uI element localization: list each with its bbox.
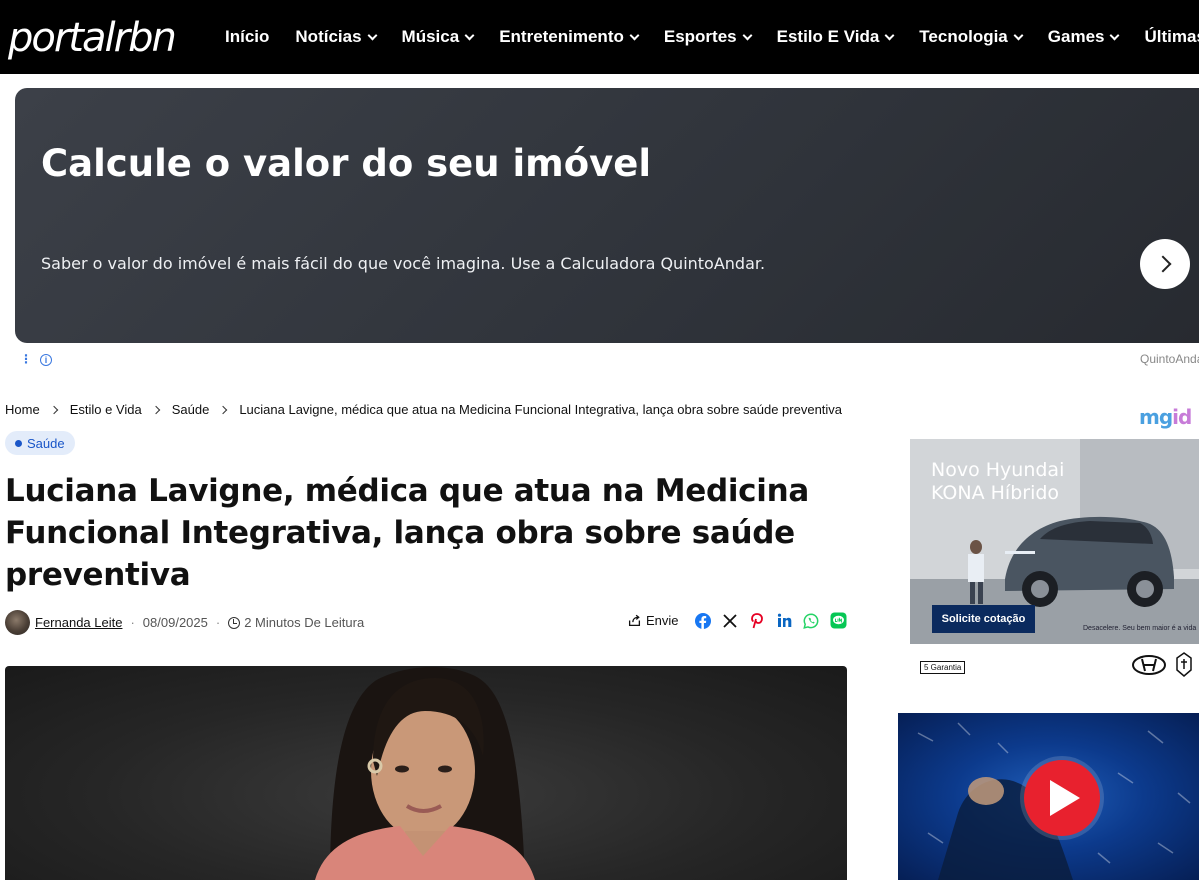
whatsapp-icon[interactable] [803, 612, 820, 629]
nav-label: Início [225, 27, 270, 46]
share-icon [628, 614, 641, 627]
x-icon[interactable] [722, 612, 739, 629]
chevron-right-icon [219, 405, 228, 414]
hyundai-garantia-badge: 5 Garantia [920, 661, 966, 674]
chevron-down-icon [884, 30, 895, 40]
avatar[interactable] [5, 610, 30, 635]
reading-time: 2 Minutos De Leitura [244, 615, 365, 630]
site-logo[interactable]: portalrbn [8, 12, 177, 64]
nav-item-noticias[interactable]: Notícias [295, 27, 377, 47]
chevron-down-icon [1013, 30, 1024, 40]
hyundai-logo-icon [1132, 655, 1166, 675]
hyundai-cta-button[interactable]: Solicite cotação [932, 605, 1035, 633]
chevron-down-icon [629, 30, 640, 40]
nav-label: Entretenimento [499, 27, 624, 46]
hyundai-ad-title-line: KONA Híbrido [931, 482, 1060, 504]
ad-next-button[interactable] [1140, 239, 1190, 289]
line-icon[interactable] [830, 612, 847, 629]
nav-item-entretenimento[interactable]: Entretenimento [499, 27, 640, 47]
breadcrumb-saude[interactable]: Saúde [172, 402, 210, 417]
ad-choices[interactable]: ⋮ i [20, 352, 52, 366]
nav-item-ultimas[interactable]: Últimas [1144, 27, 1199, 47]
clock-icon [228, 616, 241, 629]
nav-item-tecnologia[interactable]: Tecnologia [919, 27, 1024, 47]
ad-title: Calcule o valor do seu imóvel [41, 142, 652, 185]
share-bar: Envie [628, 612, 857, 629]
meta-separator: · [215, 615, 221, 630]
chevron-down-icon [367, 30, 377, 40]
hyundai-ad-footer: 5 Garantia [910, 644, 1199, 689]
mgid-logo[interactable]: mgid [1139, 405, 1192, 429]
breadcrumb-estilo-e-vida[interactable]: Estilo e Vida [70, 402, 142, 417]
linkedin-icon[interactable] [776, 612, 793, 629]
nav-item-inicio[interactable]: Início [225, 27, 269, 47]
nav-label: Música [401, 27, 460, 46]
nav-item-musica[interactable]: Música [401, 27, 475, 47]
breadcrumb: Home Estilo e Vida Saúde Luciana Lavigne… [5, 402, 842, 417]
article-meta: Fernanda Leite · 08/09/2025 · 2 Minutos … [5, 610, 364, 635]
dot-icon [15, 439, 22, 447]
nav-label: Últimas [1144, 27, 1199, 46]
pinterest-icon[interactable] [749, 612, 766, 629]
hyundai-slogan: Desacelere. Seu bem maior é a vida [1083, 625, 1197, 632]
ad-advertiser[interactable]: QuintoAndar [1140, 352, 1199, 366]
category-label: Saúde [27, 435, 65, 451]
facebook-icon[interactable] [695, 612, 712, 629]
nav-label: Games [1047, 27, 1105, 46]
ad-text: Saber o valor do imóvel é mais fácil do … [41, 254, 766, 273]
nav-item-estilo-e-vida[interactable]: Estilo E Vida [776, 27, 895, 47]
hyundai-ad-title-line: Novo Hyundai [931, 459, 1065, 481]
article-hero-image [5, 666, 847, 880]
play-icon [1050, 780, 1080, 816]
breadcrumb-current: Luciana Lavigne, médica que atua na Medi… [239, 402, 843, 417]
breadcrumb-home[interactable]: Home [5, 402, 40, 417]
chevron-down-icon [1110, 30, 1120, 40]
meta-separator: · [130, 615, 135, 630]
nav-item-esportes[interactable]: Esportes [663, 27, 753, 47]
hyundai-ad-title: Novo Hyundai KONA Híbrido [931, 459, 1064, 505]
nav-item-games[interactable]: Games [1047, 27, 1120, 47]
chevron-right-icon [151, 405, 160, 414]
main-nav: Início Notícias Música Entretenimento Es… [225, 0, 1199, 74]
article-title: Luciana Lavigne, médica que atua na Medi… [5, 473, 809, 593]
chevron-right-icon [1154, 255, 1171, 273]
portrait-illustration [315, 666, 535, 880]
video-ad[interactable] [898, 713, 1199, 880]
nav-label: Estilo E Vida [776, 27, 880, 46]
crest-icon [1176, 652, 1192, 677]
nav-label: Esportes [663, 27, 737, 46]
info-icon: i [40, 354, 52, 366]
nav-label: Tecnologia [919, 27, 1008, 46]
mgid-logo-part: mg [1139, 405, 1173, 429]
chevron-down-icon [742, 30, 753, 40]
category-tag[interactable]: Saúde [5, 431, 75, 455]
mgid-logo-part: id [1172, 405, 1192, 429]
chevron-right-icon [49, 405, 58, 414]
share-label[interactable]: Envie [646, 613, 679, 628]
more-vertical-icon: ⋮ [20, 352, 32, 366]
header-divider [0, 74, 1199, 78]
ad-banner[interactable]: Calcule o valor do seu imóvel Saber o va… [15, 88, 1199, 343]
chevron-down-icon [464, 30, 475, 40]
site-header: portalrbn Início Notícias Música Entrete… [0, 0, 1199, 78]
play-button[interactable] [1024, 760, 1100, 836]
hyundai-ad[interactable]: Novo Hyundai KONA Híbrido Solicite cotaç… [910, 439, 1199, 689]
publish-date: 08/09/2025 [142, 615, 208, 630]
author-link[interactable]: Fernanda Leite [35, 615, 122, 630]
nav-label: Notícias [295, 27, 362, 46]
